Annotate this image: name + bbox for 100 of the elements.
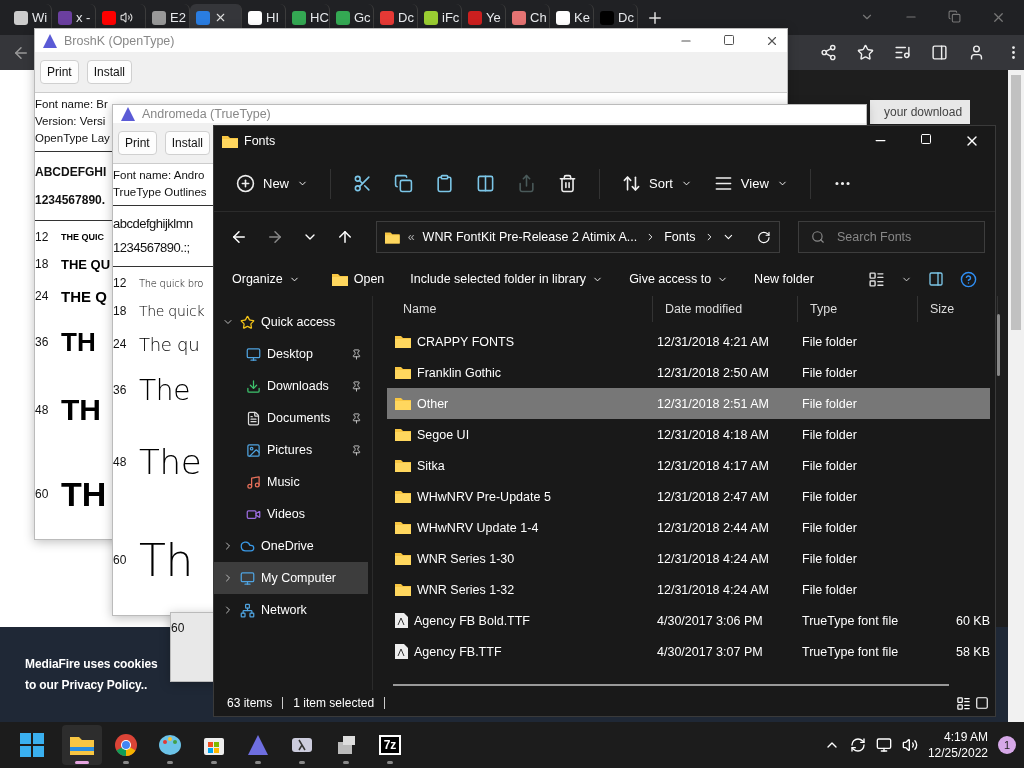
installer-icon: [335, 734, 357, 756]
font-info-text: OpenType Lay: [35, 131, 110, 146]
details-view-icon[interactable]: [956, 695, 971, 711]
print-button[interactable]: Print: [118, 131, 157, 155]
folder-icon: [395, 583, 411, 596]
search-field[interactable]: Search Fonts: [835, 229, 949, 245]
column-header[interactable]: Date modified: [653, 296, 798, 322]
cookie-text: MediaFire uses cookies: [25, 656, 159, 673]
scrollbar[interactable]: [1008, 70, 1024, 722]
star-icon[interactable]: [857, 44, 874, 61]
profile-icon[interactable]: [968, 44, 985, 61]
window-title: Andromeda (TrueType): [142, 107, 271, 121]
search-box[interactable]: Search Fonts: [798, 221, 985, 253]
site-icon: [292, 10, 306, 25]
folder-icon: [395, 335, 411, 348]
playlist-icon[interactable]: [894, 44, 911, 61]
nav-item[interactable]: Videos: [214, 498, 368, 530]
size-label: 18: [113, 304, 128, 318]
command-button[interactable]: Organize: [222, 268, 310, 290]
tiles-view-icon[interactable]: [975, 695, 989, 710]
font-sample-text: THE QUIC: [61, 232, 104, 242]
star-icon: [240, 314, 255, 330]
close-icon[interactable]: [214, 11, 227, 24]
toolbar-button[interactable]: View: [705, 166, 796, 201]
chrome-icon: [114, 733, 138, 757]
file-row[interactable]: CRAPPY FONTS 12/31/2018 4:21 AM File folder: [387, 326, 990, 357]
file-type: File folder: [801, 520, 858, 535]
folder-icon: [222, 134, 238, 148]
nav-item[interactable]: Pictures: [214, 434, 368, 466]
toolbar-button[interactable]: Sort: [614, 166, 700, 201]
font-sample-text: The quick bro: [139, 277, 204, 289]
file-row[interactable]: WNR Series 1-32 12/31/2018 4:24 AM File folder: [387, 574, 990, 605]
file-type: File folder: [801, 458, 858, 473]
site-icon: [600, 10, 614, 25]
date-modified: 12/31/2018 4:21 AM: [656, 334, 770, 349]
refresh-icon[interactable]: [757, 229, 771, 245]
size-label: 12: [113, 276, 128, 290]
command-button[interactable]: New folder: [744, 268, 824, 290]
column-header[interactable]: Type: [798, 296, 918, 322]
volume-icon[interactable]: [901, 737, 918, 753]
new-icon: [236, 174, 255, 193]
command-button[interactable]: Give access to: [619, 268, 739, 290]
start-icon[interactable]: [20, 733, 44, 757]
nav-item[interactable]: Documents: [214, 402, 368, 434]
file-row[interactable]: WNR Series 1-30 12/31/2018 4:24 AM File folder: [387, 543, 990, 574]
install-button[interactable]: Install: [164, 131, 211, 155]
nav-item[interactable]: OneDrive: [214, 530, 368, 562]
file-row[interactable]: WHwNRV Pre-Update 5 12/31/2018 2:47 AM File folder: [387, 481, 990, 512]
file-row[interactable]: WHwNRV Update 1-4 12/31/2018 2:44 AM File folder: [387, 512, 990, 543]
file-type: File folder: [801, 365, 858, 380]
file-row[interactable]: Segoe UI 12/31/2018 4:18 AM File folder: [387, 419, 990, 450]
view-options-icon[interactable]: [868, 270, 885, 288]
print-button[interactable]: Print: [40, 60, 79, 84]
address-bar[interactable]: « WNR FontKit Pre-Release 2 Atimix A... Fonts: [376, 221, 780, 253]
site-icon: [512, 10, 526, 25]
nav-item[interactable]: Music: [214, 466, 368, 498]
nav-item[interactable]: My Computer: [214, 562, 368, 594]
date-modified: 12/31/2018 4:17 AM: [656, 458, 770, 473]
command-button[interactable]: Open: [321, 268, 395, 290]
folder-icon: [395, 490, 411, 503]
toolbar-button[interactable]: New: [228, 166, 316, 201]
download-button[interactable]: your download: [870, 100, 970, 124]
file-row[interactable]: Sitka 12/31/2018 4:17 AM File folder: [387, 450, 990, 481]
file-row[interactable]: Franklin Gothic 12/31/2018 2:50 AM File folder: [387, 357, 990, 388]
font-sample-text: The: [139, 373, 191, 407]
size-label: 24: [35, 289, 50, 303]
window-title: BroshK (OpenType): [64, 33, 175, 48]
notification-badge[interactable]: 1: [998, 736, 1016, 754]
restore-icon[interactable]: [948, 10, 961, 23]
column-header[interactable]: Name: [391, 296, 653, 322]
file-row[interactable]: Agency FB Bold.TTF 4/30/2017 3:06 PM TrueType font file 60 KB: [387, 605, 990, 636]
file-type: File folder: [801, 582, 858, 597]
command-button[interactable]: Include selected folder in library: [400, 268, 614, 290]
clock-time[interactable]: 4:19 AM: [943, 729, 988, 745]
site-icon: [102, 10, 116, 25]
file-row[interactable]: Other 12/31/2018 2:51 AM File folder: [387, 388, 990, 419]
site-icon: [468, 10, 482, 25]
nav-item[interactable]: Desktop: [214, 338, 368, 370]
file-row[interactable]: Agency FB.TTF 4/30/2017 3:07 PM TrueType font file 58 KB: [387, 636, 990, 667]
clock-date[interactable]: 12/25/2022: [927, 745, 988, 761]
size-label: 36: [113, 383, 128, 397]
font-sample-text: THE Q: [61, 287, 107, 305]
preview-pane-icon[interactable]: [928, 271, 944, 287]
palette-icon: [158, 733, 182, 757]
size-label: 48: [35, 403, 50, 417]
side-panel-icon[interactable]: [931, 44, 948, 61]
size-label: 60: [113, 553, 128, 567]
nav-item[interactable]: Quick access: [214, 306, 368, 338]
file-name: CRAPPY FONTS: [387, 334, 649, 349]
nav-item[interactable]: Network: [214, 594, 368, 626]
share-icon[interactable]: [820, 44, 837, 61]
maximize-icon[interactable]: [723, 33, 735, 46]
sort-icon: [622, 174, 641, 193]
site-icon: [336, 10, 350, 25]
taskbar-app[interactable]: [62, 725, 102, 765]
help-icon[interactable]: [960, 270, 977, 288]
sync-icon[interactable]: [849, 737, 866, 753]
nav-item[interactable]: Downloads: [214, 370, 368, 402]
install-button[interactable]: Install: [86, 60, 133, 84]
taskbar-app[interactable]: 7z: [370, 725, 410, 765]
